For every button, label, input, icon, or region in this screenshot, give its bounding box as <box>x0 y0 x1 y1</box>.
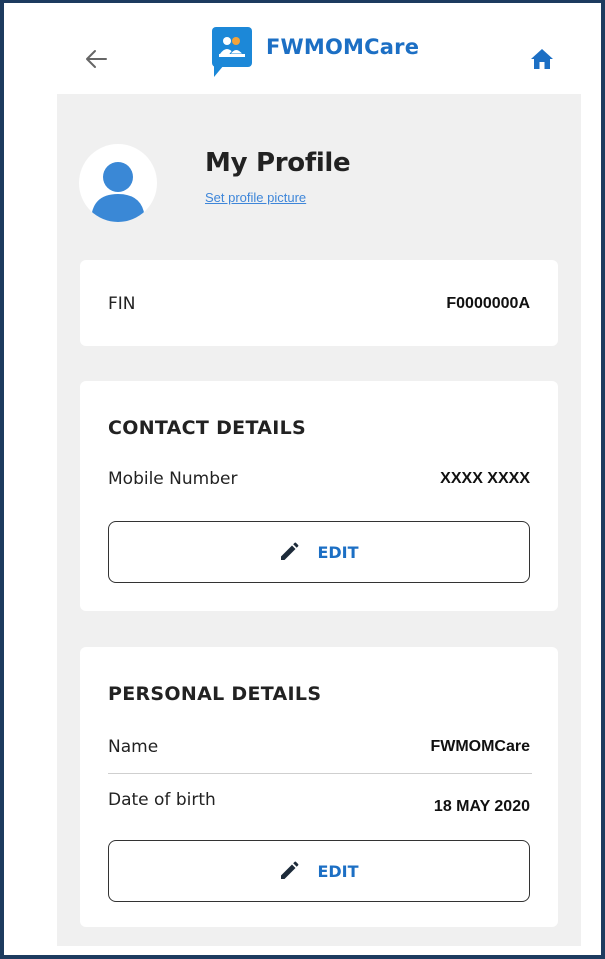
name-value: FWMOMCare <box>430 738 530 755</box>
pencil-icon <box>281 861 299 879</box>
dob-row: Date of birth 18 MAY 2020 <box>108 790 530 824</box>
app-screen: FWMOMCare My Profile Set profile picture… <box>4 3 601 955</box>
personal-details-title: PERSONAL DETAILS <box>108 683 322 705</box>
contact-details-title: CONTACT DETAILS <box>108 417 307 439</box>
pencil-icon <box>281 542 299 560</box>
dob-label: Date of birth <box>108 790 216 810</box>
profile-panel: My Profile Set profile picture FIN F0000… <box>57 94 581 946</box>
fin-card: FIN F0000000A <box>80 260 558 346</box>
edit-personal-button[interactable]: EDIT <box>108 840 530 902</box>
page-title: My Profile <box>205 148 351 178</box>
app-logo: FWMOMCare <box>212 27 420 77</box>
edit-personal-label: EDIT <box>317 861 359 881</box>
mobile-number-label: Mobile Number <box>108 469 238 489</box>
name-row: Name FWMOMCare <box>108 735 530 759</box>
set-profile-picture-link[interactable]: Set profile picture <box>205 190 306 205</box>
user-avatar-icon <box>91 162 145 222</box>
mobile-number-row: Mobile Number XXXX XXXX <box>108 467 530 491</box>
contact-details-card: CONTACT DETAILS Mobile Number XXXX XXXX … <box>80 381 558 611</box>
app-name: FWMOMCare <box>266 35 420 59</box>
personal-details-card: PERSONAL DETAILS Name FWMOMCare Date of … <box>80 647 558 927</box>
fin-value: F0000000A <box>446 295 530 312</box>
edit-contact-label: EDIT <box>317 542 359 562</box>
fin-row: FIN F0000000A <box>108 292 530 316</box>
top-bar: FWMOMCare <box>4 3 601 98</box>
arrow-left-icon <box>86 50 107 68</box>
mobile-number-value: XXXX XXXX <box>440 470 530 487</box>
dob-value: 18 MAY 2020 <box>433 798 530 815</box>
people-chat-logo-icon <box>212 27 252 77</box>
divider <box>108 773 532 774</box>
name-label: Name <box>108 737 159 757</box>
home-button[interactable] <box>526 43 558 75</box>
avatar[interactable] <box>79 144 157 222</box>
fin-label: FIN <box>108 294 136 314</box>
home-icon <box>531 49 553 69</box>
edit-contact-button[interactable]: EDIT <box>108 521 530 583</box>
back-button[interactable] <box>80 43 112 75</box>
